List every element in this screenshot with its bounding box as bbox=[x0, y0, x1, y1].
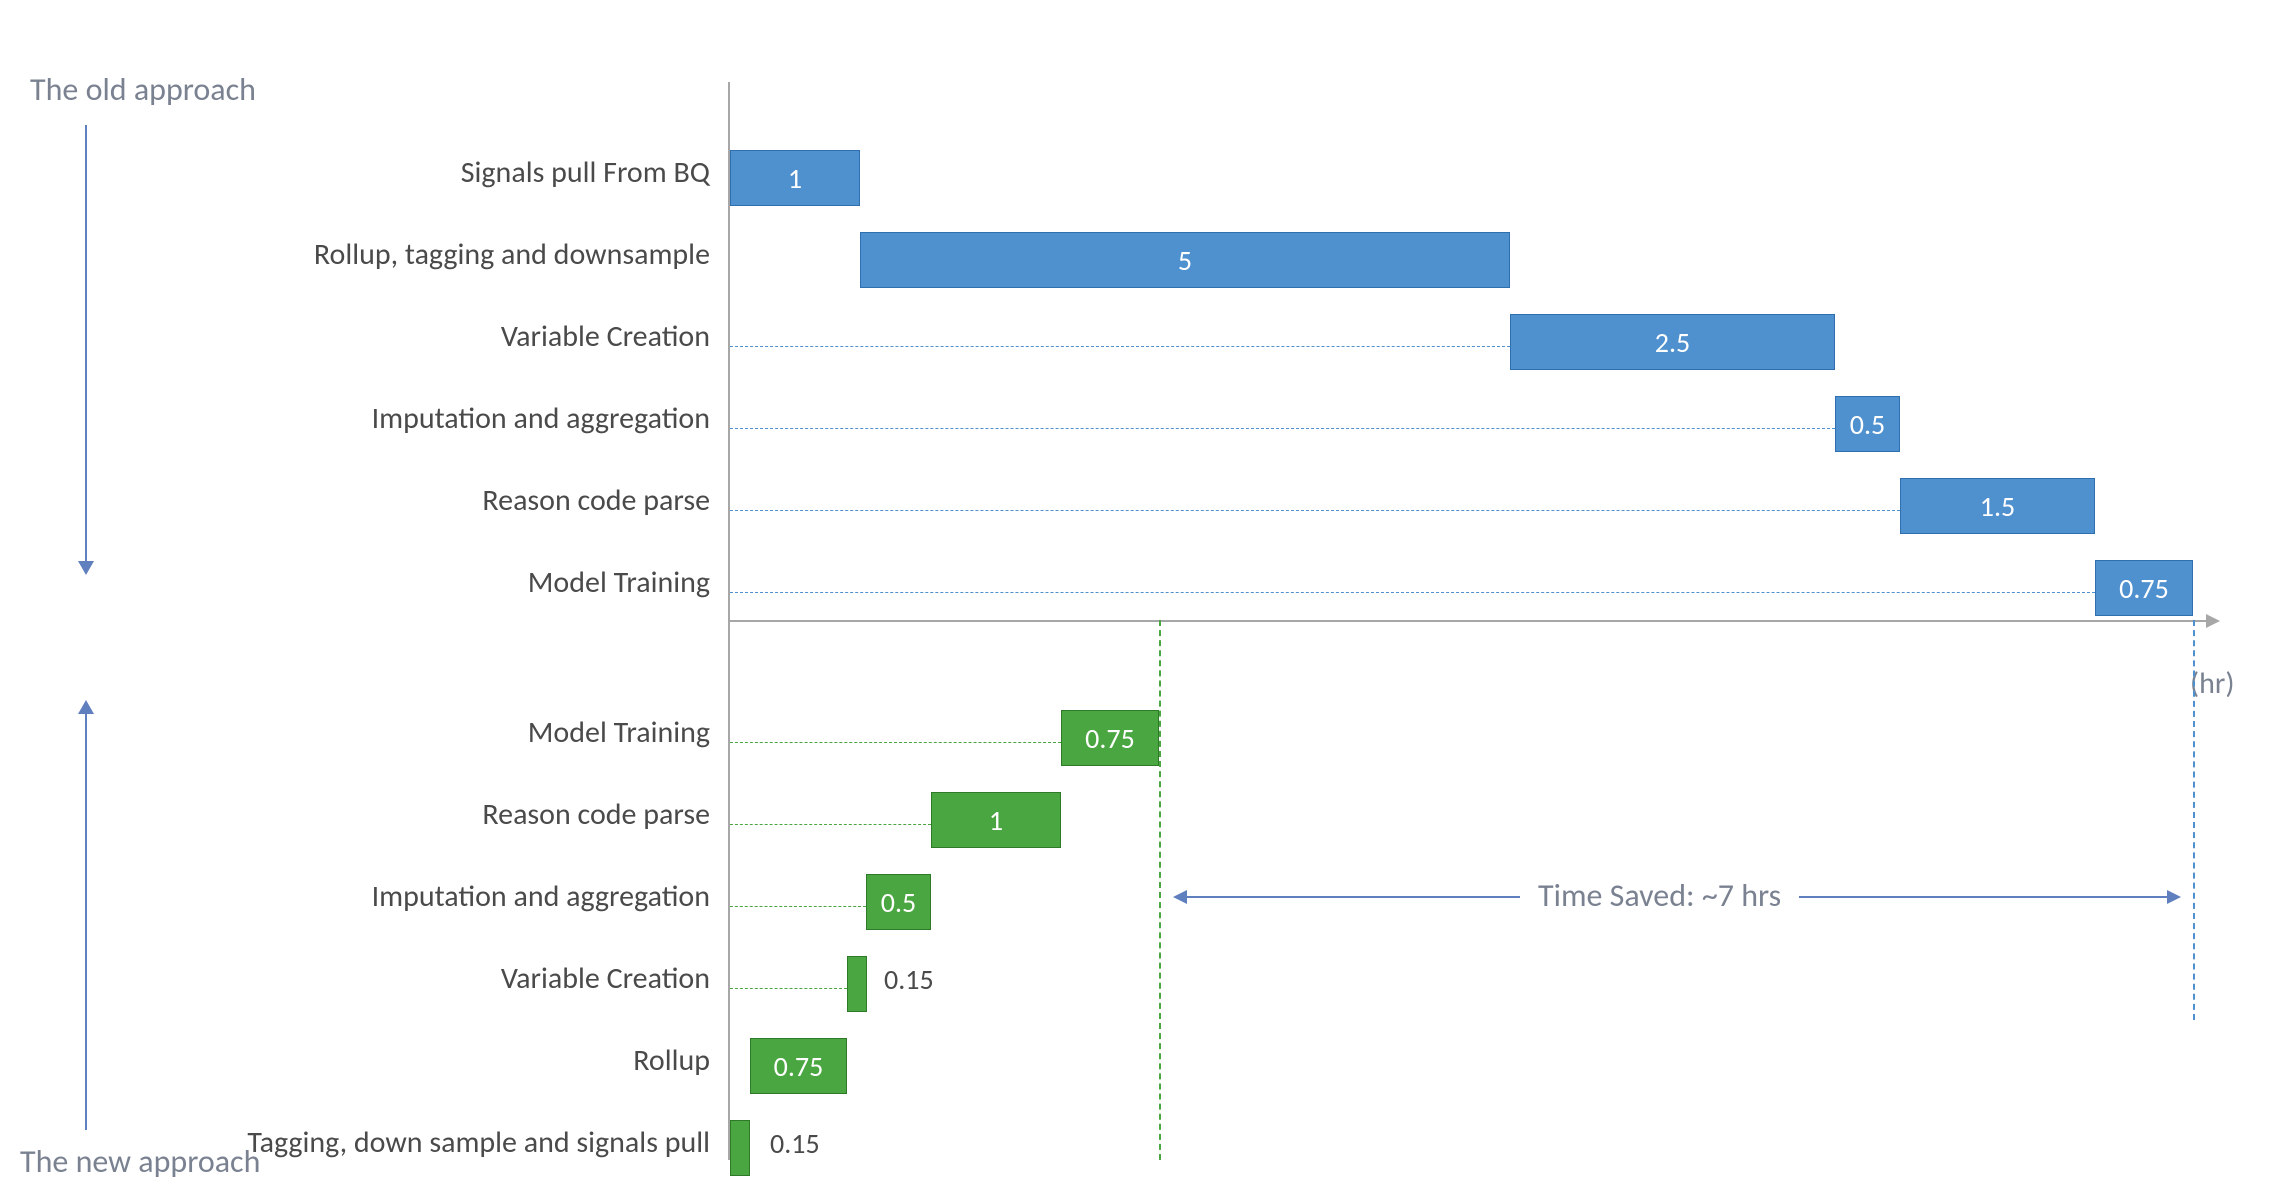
old-bar: 0.75 bbox=[2095, 560, 2193, 616]
old-row-label: Variable Creation bbox=[501, 318, 710, 355]
bar-value: 0.75 bbox=[2119, 571, 2169, 606]
old-approach-arrow bbox=[85, 125, 87, 565]
new-approach-label: The new approach bbox=[20, 1142, 260, 1181]
gridline bbox=[730, 906, 866, 907]
new-row-label: Model Training bbox=[528, 714, 710, 751]
gridline bbox=[730, 510, 1900, 511]
new-bar: 1 bbox=[931, 792, 1061, 848]
new-bar: 0.5 bbox=[866, 874, 931, 930]
bar-value: 5 bbox=[1178, 243, 1192, 278]
new-bar bbox=[847, 956, 867, 1012]
new-approach-arrow bbox=[85, 710, 87, 1130]
old-approach-label: The old approach bbox=[30, 70, 256, 109]
new-row-label: Imputation and aggregation bbox=[372, 878, 710, 915]
time-saved-label: Time Saved: ~7 hrs bbox=[1520, 876, 1799, 915]
bar-value: 1 bbox=[788, 161, 802, 196]
new-row-label: Rollup bbox=[633, 1042, 710, 1079]
old-bar: 0.5 bbox=[1835, 396, 1900, 452]
bar-value: 0.5 bbox=[1850, 407, 1885, 442]
new-row-label: Variable Creation bbox=[501, 960, 710, 997]
new-bar bbox=[730, 1120, 750, 1176]
axis-unit-label: (hr) bbox=[2190, 665, 2234, 702]
old-bar: 1.5 bbox=[1900, 478, 2095, 534]
old-row-label: Imputation and aggregation bbox=[372, 400, 710, 437]
old-row-label: Signals pull From BQ bbox=[461, 154, 710, 191]
new-bar: 0.75 bbox=[750, 1038, 847, 1094]
old-row-label: Rollup, tagging and downsample bbox=[314, 236, 710, 273]
new-end-vline bbox=[1159, 620, 1161, 1160]
gridline bbox=[730, 346, 1510, 347]
old-end-vline bbox=[2193, 620, 2195, 1020]
gridline bbox=[730, 824, 931, 825]
bar-value-external: 0.15 bbox=[884, 962, 934, 997]
old-bar: 5 bbox=[860, 232, 1510, 288]
bar-value: 0.75 bbox=[1085, 721, 1135, 756]
bar-value: 1 bbox=[989, 803, 1003, 838]
bar-value: 1.5 bbox=[1980, 489, 2015, 524]
new-row-label: Tagging, down sample and signals pull bbox=[247, 1124, 710, 1161]
new-bar: 0.75 bbox=[1061, 710, 1159, 766]
old-bar: 1 bbox=[730, 150, 860, 206]
gridline bbox=[730, 592, 2095, 593]
old-row-label: Model Training bbox=[528, 564, 710, 601]
gridline bbox=[730, 428, 1835, 429]
gridline bbox=[730, 742, 1061, 743]
bar-value: 0.75 bbox=[774, 1049, 824, 1084]
bar-value-external: 0.15 bbox=[770, 1126, 820, 1161]
new-row-label: Reason code parse bbox=[482, 796, 710, 833]
old-bar: 2.5 bbox=[1510, 314, 1835, 370]
x-axis bbox=[728, 620, 2208, 622]
old-row-label: Reason code parse bbox=[482, 482, 710, 519]
bar-value: 0.5 bbox=[881, 885, 916, 920]
bar-value: 2.5 bbox=[1655, 325, 1690, 360]
gridline bbox=[730, 988, 847, 989]
